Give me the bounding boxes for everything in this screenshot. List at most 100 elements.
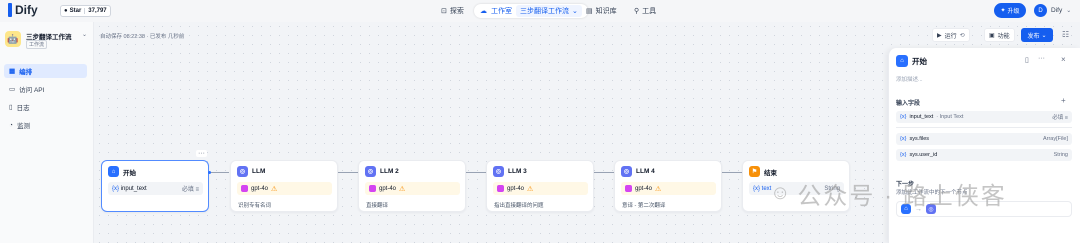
node-start[interactable]: ⌂ 开始 {x} input_text 必填 ≡ — [101, 160, 209, 212]
sidebar-item-logs[interactable]: ▯ 日志 — [4, 100, 87, 114]
nav-explore-label: 探索 — [449, 8, 464, 15]
panel-description-input[interactable]: 添加描述... — [896, 75, 923, 83]
layout-icon: ▦ — [9, 68, 16, 75]
model-name: gpt-4o — [379, 185, 397, 192]
node-llm[interactable]: ◎ LLM gpt-4o ⚠ 识别专有名词 — [230, 160, 338, 212]
node-description: 指出直接翻译的问题 — [494, 203, 544, 209]
nav-explore[interactable]: ⊡ 探索 — [441, 6, 464, 16]
warning-icon: ⚠ — [655, 185, 662, 193]
llm-icon: ◎ — [493, 166, 504, 177]
sys-var-type: Array[File] — [1042, 136, 1068, 142]
avatar: D — [1034, 4, 1047, 17]
nav-tools[interactable]: ⚲ 工具 — [634, 6, 656, 16]
nav-studio-label: 工作室 — [491, 8, 512, 15]
app-icon: 🤖 — [5, 31, 21, 47]
model-name: gpt-4o — [251, 185, 269, 192]
output-type: String — [824, 185, 840, 192]
chevron-down-icon: ⌄ — [1066, 8, 1072, 14]
nav-knowledge[interactable]: ▤ 知识库 — [586, 6, 617, 16]
current-app-name: 三步翻译工作流 — [520, 8, 569, 15]
node-title: 结束 — [764, 169, 777, 177]
panel-header: ⌂ 开始 — [896, 55, 927, 67]
arrow-right-icon: → — [915, 205, 922, 213]
model-chip: gpt-4o ⚠ — [493, 182, 588, 195]
sys-var-row: {x} sys.files Array[File] — [896, 133, 1072, 145]
upgrade-button[interactable]: ✦ 升级 — [994, 3, 1026, 18]
node-end[interactable]: ⚑ 结束 {x} text String — [742, 160, 850, 212]
variable-icon: {x} — [900, 136, 907, 142]
sidebar-item-api[interactable]: ▭ 访问 API — [4, 82, 87, 96]
variable-icon: {x} — [112, 185, 120, 192]
features-icon: ▣ — [989, 32, 995, 39]
input-field-row[interactable]: {x} input_text · Input Text 必填 ≡ — [896, 111, 1072, 123]
terminal-icon: ▭ — [9, 86, 16, 93]
next-step-description: 添加此工作流中的下一个节点 — [896, 190, 968, 196]
model-icon — [625, 185, 632, 192]
docs-icon[interactable]: ▯ — [1025, 56, 1029, 64]
warning-icon: ⚠ — [527, 185, 534, 193]
node-handle[interactable] — [208, 171, 211, 174]
tool-icon: ⚲ — [634, 8, 640, 15]
sidebar-item-label: 监测 — [16, 123, 30, 130]
flag-icon: ⚑ — [749, 166, 760, 177]
home-icon: ⌂ — [896, 55, 908, 67]
nav-studio[interactable]: ☁ 工作室 三步翻译工作流 ⌄ — [474, 4, 588, 18]
file-icon: ▯ — [9, 104, 13, 111]
more-icon[interactable]: ··· — [1038, 55, 1045, 62]
github-star-count: 37,797 — [84, 8, 109, 14]
node-llm-3[interactable]: ◎ LLM 3 gpt-4o ⚠ 指出直接翻译的问题 — [486, 160, 594, 212]
dashboard-icon: ◔ — [9, 121, 13, 129]
llm-icon: ◎ — [237, 166, 248, 177]
variable-icon: {x} — [900, 114, 907, 120]
node-title: LLM 3 — [508, 168, 527, 175]
home-icon: ⌂ — [108, 166, 119, 177]
github-star-button[interactable]: ● Star 37,797 — [60, 5, 111, 17]
next-step-box[interactable]: ⌂ → ◎ — [896, 201, 1072, 217]
run-label: 运行 — [944, 33, 957, 40]
history-icon: ⟲ — [959, 32, 965, 39]
chevron-down-icon[interactable]: ⌄ — [82, 31, 87, 38]
github-icon: ● — [64, 8, 68, 14]
run-button[interactable]: ▶ 运行 ⟲ — [932, 28, 970, 42]
current-app-switcher[interactable]: 三步翻译工作流 ⌄ — [516, 5, 582, 17]
play-icon: ▶ — [937, 32, 942, 39]
model-icon — [497, 185, 504, 192]
var-name: input_text — [120, 185, 147, 192]
features-button[interactable]: ▣ 功能 — [984, 28, 1015, 42]
next-step-heading: 下一步 — [896, 182, 915, 188]
edge — [722, 172, 742, 173]
panel-title: 开始 — [912, 56, 927, 66]
github-star-label: Star — [69, 8, 82, 14]
warning-icon: ⚠ — [399, 185, 406, 193]
close-icon[interactable]: × — [1061, 55, 1066, 64]
model-icon — [369, 185, 376, 192]
publish-button[interactable]: 发布 ⌄ — [1021, 28, 1053, 42]
node-title: 开始 — [123, 169, 136, 177]
panel-toggle-icon[interactable]: ☷ — [1062, 30, 1069, 39]
node-llm-4[interactable]: ◎ LLM 4 gpt-4o ⚠ 意译 - 第二次翻译 — [614, 160, 722, 212]
edge — [209, 172, 229, 173]
required-label: 必填 — [181, 187, 194, 193]
sys-var-row: {x} sys.user_id String — [896, 149, 1072, 161]
node-description: 意译 - 第二次翻译 — [622, 203, 666, 209]
llm-icon: ◎ — [926, 204, 936, 214]
user-name: Dify — [1051, 7, 1063, 14]
node-more-icon[interactable]: ··· — [196, 150, 207, 157]
add-icon[interactable]: + — [1061, 96, 1066, 105]
logo-text: Dify — [15, 3, 38, 17]
node-llm-2[interactable]: ◎ LLM 2 gpt-4o ⚠ 直接翻译 — [358, 160, 466, 212]
input-fields-heading: 输入字段 — [896, 101, 921, 107]
publish-label: 发布 — [1027, 33, 1040, 40]
input-var-label: · Input Text — [936, 114, 964, 120]
user-menu[interactable]: D Dify ⌄ — [1034, 4, 1071, 17]
dify-logo[interactable]: Dify — [8, 3, 38, 17]
sidebar-item-label: 编排 — [19, 69, 33, 76]
sidebar-item-monitor[interactable]: ◔ 监测 — [4, 118, 87, 132]
logo-mark — [8, 3, 12, 17]
upgrade-label: 升级 — [1007, 9, 1020, 15]
variable-icon: {x} — [900, 152, 907, 158]
sidebar-item-label: 访问 API — [19, 87, 45, 94]
node-var-chip: {x} input_text 必填 ≡ — [108, 182, 203, 195]
sidebar-item-orchestrate[interactable]: ▦ 编排 — [4, 64, 87, 78]
input-var-name: input_text — [909, 114, 934, 120]
